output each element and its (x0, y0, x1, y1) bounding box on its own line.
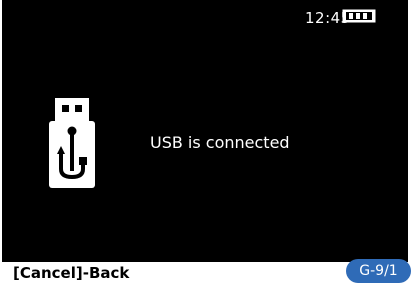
display-screen: 12:45 USB is connected (2, 0, 408, 263)
battery-full-icon (342, 9, 376, 23)
screen-id-badge: G-9/1 (346, 259, 411, 283)
usb-drive-icon (49, 98, 95, 188)
cancel-back-button[interactable]: [Cancel]-Back (13, 263, 129, 283)
status-message: USB is connected (150, 133, 290, 152)
